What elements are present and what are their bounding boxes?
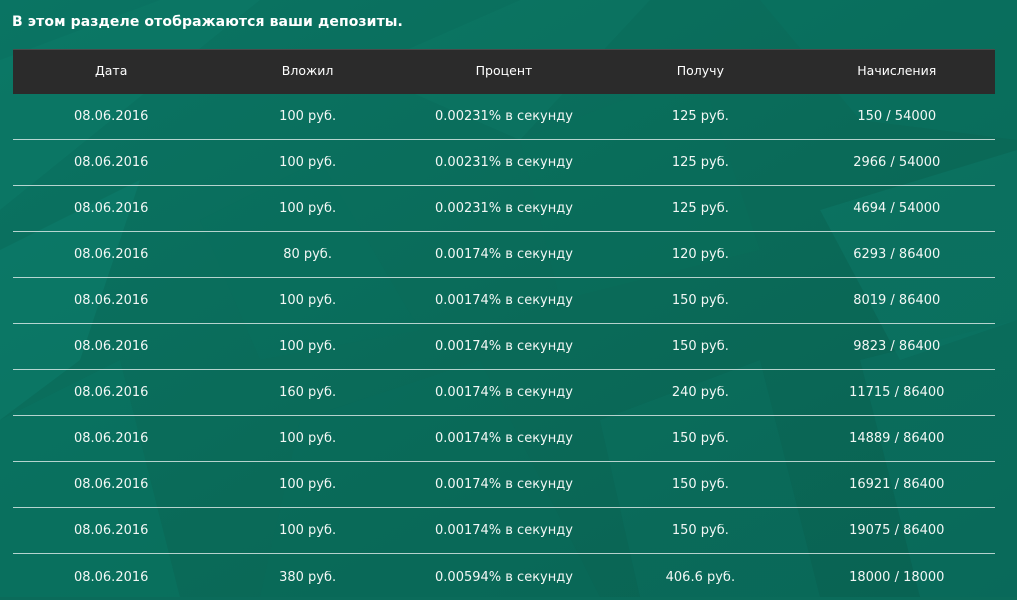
table-row: 08.06.2016 160 руб. 0.00174% в секунду 2… (13, 370, 995, 416)
cell-payout: 125 руб. (671, 110, 729, 123)
cell-date: 08.06.2016 (73, 248, 149, 261)
cell-date: 08.06.2016 (73, 386, 149, 399)
table-row: 08.06.2016 100 руб. 0.00174% в секунду 1… (13, 508, 995, 554)
cell-date: 08.06.2016 (73, 294, 149, 307)
table-header: Дата Вложил Процент Получу Начисления (13, 49, 995, 94)
cell-accruals: 14889 / 86400 (849, 432, 945, 445)
cell-percent: 0.00174% в секунду (435, 524, 573, 537)
cell-payout: 150 руб. (671, 478, 729, 491)
table-row: 08.06.2016 100 руб. 0.00174% в секунду 1… (13, 416, 995, 462)
cell-percent: 0.00231% в секунду (435, 156, 573, 169)
cell-percent: 0.00174% в секунду (435, 432, 573, 445)
cell-payout: 406.6 руб. (665, 570, 736, 584)
table-row: 08.06.2016 100 руб. 0.00231% в секунду 1… (13, 140, 995, 186)
cell-invested: 100 руб. (279, 340, 337, 353)
column-header-date: Дата (95, 65, 128, 78)
cell-accruals: 4694 / 54000 (853, 202, 941, 215)
cell-accruals: 2966 / 54000 (853, 156, 941, 169)
cell-accruals: 8019 / 86400 (853, 294, 941, 307)
cell-percent: 0.00174% в секунду (435, 294, 573, 307)
cell-date: 08.06.2016 (73, 202, 149, 215)
cell-payout: 125 руб. (671, 202, 729, 215)
column-header-invested: Вложил (281, 65, 334, 78)
cell-date: 08.06.2016 (73, 340, 149, 353)
table-row: 08.06.2016 100 руб. 0.00174% в секунду 1… (13, 278, 995, 324)
cell-accruals: 9823 / 86400 (853, 340, 941, 353)
cell-invested: 80 руб. (283, 248, 332, 261)
cell-percent: 0.00174% в секунду (435, 478, 573, 491)
cell-invested: 100 руб. (279, 524, 337, 537)
page-title: В этом разделе отображаются ваши депозит… (12, 14, 403, 30)
column-header-percent: Процент (475, 65, 533, 78)
cell-payout: 125 руб. (671, 156, 729, 169)
cell-percent: 0.00174% в секунду (435, 340, 573, 353)
cell-date: 08.06.2016 (73, 570, 149, 584)
table-row: 08.06.2016 80 руб. 0.00174% в секунду 12… (13, 232, 995, 278)
deposits-section: В этом разделе отображаются ваши депозит… (0, 0, 1017, 597)
cell-date: 08.06.2016 (73, 478, 149, 491)
cell-invested: 100 руб. (279, 478, 337, 491)
cell-percent: 0.00174% в секунду (435, 248, 573, 261)
deposits-table: Дата Вложил Процент Получу Начисления 08… (13, 49, 995, 600)
cell-percent: 0.00174% в секунду (435, 386, 573, 399)
table-row: 08.06.2016 380 руб. 0.00594% в секунду 4… (13, 554, 995, 600)
cell-invested: 100 руб. (279, 110, 337, 123)
cell-invested: 100 руб. (279, 156, 337, 169)
column-header-payout: Получу (676, 65, 724, 78)
cell-accruals: 18000 / 18000 (849, 570, 945, 584)
cell-date: 08.06.2016 (73, 110, 149, 123)
cell-payout: 150 руб. (671, 432, 729, 445)
table-row: 08.06.2016 100 руб. 0.00231% в секунду 1… (13, 94, 995, 140)
cell-percent: 0.00594% в секунду (435, 570, 573, 584)
cell-accruals: 16921 / 86400 (849, 478, 945, 491)
cell-percent: 0.00231% в секунду (435, 202, 573, 215)
cell-invested: 100 руб. (279, 294, 337, 307)
cell-accruals: 6293 / 86400 (853, 248, 941, 261)
cell-accruals: 150 / 54000 (857, 110, 937, 123)
cell-payout: 240 руб. (671, 386, 729, 399)
cell-date: 08.06.2016 (73, 524, 149, 537)
cell-date: 08.06.2016 (73, 432, 149, 445)
cell-payout: 120 руб. (671, 248, 729, 261)
table-row: 08.06.2016 100 руб. 0.00174% в секунду 1… (13, 324, 995, 370)
cell-invested: 380 руб. (279, 570, 337, 584)
cell-invested: 160 руб. (279, 386, 337, 399)
cell-percent: 0.00231% в секунду (435, 110, 573, 123)
cell-invested: 100 руб. (279, 432, 337, 445)
cell-payout: 150 руб. (671, 294, 729, 307)
table-row: 08.06.2016 100 руб. 0.00231% в секунду 1… (13, 186, 995, 232)
table-row: 08.06.2016 100 руб. 0.00174% в секунду 1… (13, 462, 995, 508)
cell-date: 08.06.2016 (73, 156, 149, 169)
cell-accruals: 19075 / 86400 (849, 524, 945, 537)
table-body: 08.06.2016 100 руб. 0.00231% в секунду 1… (13, 94, 995, 600)
cell-invested: 100 руб. (279, 202, 337, 215)
cell-payout: 150 руб. (671, 524, 729, 537)
column-header-accruals: Начисления (857, 65, 937, 78)
cell-accruals: 11715 / 86400 (849, 386, 945, 399)
cell-payout: 150 руб. (671, 340, 729, 353)
